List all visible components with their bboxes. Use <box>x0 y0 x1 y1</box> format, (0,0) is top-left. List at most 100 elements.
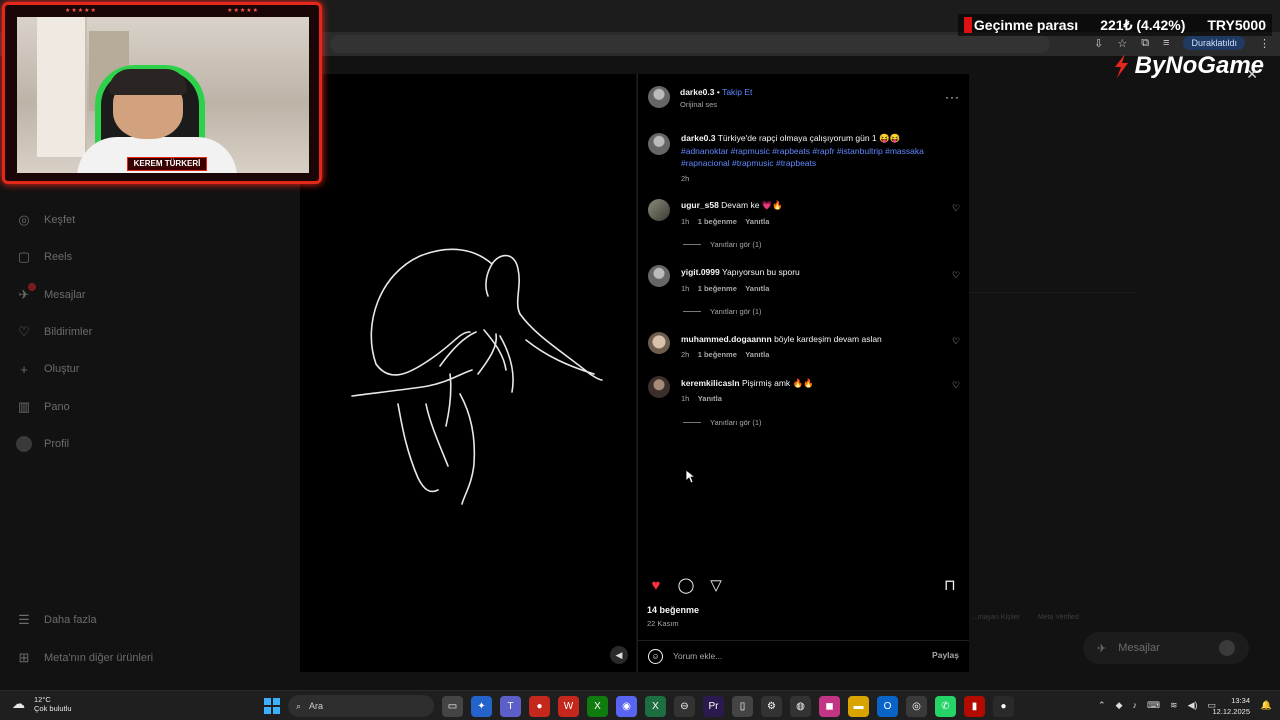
comment-meta: 1h Yanıtla <box>681 394 722 403</box>
teams-icon[interactable]: T <box>500 696 521 717</box>
brand-name: ByNoGame <box>1134 52 1264 79</box>
caption-author-avatar[interactable] <box>648 133 670 155</box>
shield-icon[interactable]: ◆ <box>1116 700 1123 711</box>
sidebar-item-dashboard[interactable]: ▥ Pano <box>16 399 70 415</box>
footer-link[interactable]: Meta Verified <box>1038 614 1079 621</box>
post-author-username[interactable]: darke0.3 <box>680 87 715 97</box>
browser-menu-icon[interactable]: ⋮ <box>1259 37 1270 50</box>
install-icon[interactable]: ⇩ <box>1094 37 1103 50</box>
reply-button[interactable]: Yanıtla <box>745 217 769 226</box>
comment-avatar[interactable] <box>648 332 670 354</box>
post-media[interactable] <box>300 74 636 672</box>
photos-icon[interactable]: ◼ <box>819 696 840 717</box>
sidebar-item-label: Mesajlar <box>44 289 86 301</box>
excel-icon[interactable]: X <box>645 696 666 717</box>
sidebar-item-messages[interactable]: ✈ Mesajlar <box>16 283 86 303</box>
document-icon[interactable]: ▯ <box>732 696 753 717</box>
xbox-icon[interactable]: X <box>587 696 608 717</box>
comment-username[interactable]: yigit.0999 <box>681 267 720 277</box>
discord-icon[interactable]: ◉ <box>616 696 637 717</box>
steam-icon[interactable]: ◍ <box>790 696 811 717</box>
sidebar-item-more[interactable]: ☰ Daha fazla <box>16 612 96 628</box>
audio-label[interactable]: Orijinal ses <box>680 100 717 109</box>
file-explorer-icon[interactable]: ▬ <box>848 696 869 717</box>
like-count[interactable]: 14 beğenme <box>647 605 699 615</box>
comment-username[interactable]: muhammed.dogaannn <box>681 334 772 344</box>
view-replies-button[interactable]: Yanıtları gör (1) <box>710 240 762 249</box>
weather-widget[interactable]: ☁ 12°C Çok bulutlu <box>12 695 72 713</box>
address-bar[interactable] <box>330 35 1050 53</box>
comment-avatar[interactable] <box>648 376 670 398</box>
footer-link[interactable]: ...mayan Kişiler <box>972 614 1020 621</box>
tab-search-icon[interactable]: ≡ <box>1163 37 1169 49</box>
winrar-icon[interactable]: W <box>558 696 579 717</box>
comment-username[interactable]: keremkilicasln <box>681 378 740 388</box>
comment-like-icon[interactable]: ♡ <box>951 380 961 390</box>
comment-input[interactable] <box>673 648 913 664</box>
taskbar-search[interactable]: ⌕ Ara <box>288 695 434 717</box>
emoji-icon[interactable]: ☺ <box>648 649 663 664</box>
chevron-up-icon[interactable]: ⌃ <box>1098 700 1106 711</box>
comment-like-icon[interactable]: ♡ <box>951 203 961 213</box>
extensions-icon[interactable]: ⧉ <box>1141 37 1149 50</box>
sidebar-item-reels[interactable]: ▢ Reels <box>16 249 72 265</box>
reply-button[interactable]: Yanıtla <box>745 350 769 359</box>
close-modal-icon[interactable]: ✕ <box>1246 66 1258 83</box>
star-icon[interactable]: ☆ <box>1117 37 1127 50</box>
comment-likes[interactable]: 1 beğenme <box>698 350 737 359</box>
wifi-icon[interactable]: ≋ <box>1170 700 1178 711</box>
sidebar-item-profile[interactable]: Profil <box>16 436 69 452</box>
sidebar-item-notifications[interactable]: ♡ Bildirimler <box>16 324 92 340</box>
comment-likes[interactable]: 1 beğenme <box>698 217 737 226</box>
comment-avatar[interactable] <box>648 199 670 221</box>
post-comment-button[interactable]: Paylaş <box>932 650 959 660</box>
post-author-avatar[interactable] <box>648 86 670 108</box>
comment-likes[interactable]: 1 beğenme <box>698 284 737 293</box>
clock-time: 13:34 <box>1231 696 1250 705</box>
mute-toggle-button[interactable]: ◀ <box>610 646 628 664</box>
windows-start-icon[interactable] <box>264 698 280 714</box>
view-replies-button[interactable]: Yanıtları gör (1) <box>710 307 762 316</box>
app-icon[interactable]: ● <box>993 696 1014 717</box>
media-app-icon[interactable]: ● <box>529 696 550 717</box>
reply-button[interactable]: Yanıtla <box>745 284 769 293</box>
bookmark-icon[interactable]: ⊓ <box>944 576 956 594</box>
like-icon[interactable]: ♥ <box>647 576 665 594</box>
caption-hashtags[interactable]: #adnanoktar #rapmusic #rapbeats #rapfr #… <box>681 145 961 169</box>
notifications-icon[interactable]: 🔔 <box>1261 700 1272 711</box>
reply-button[interactable]: Yanıtla <box>698 394 722 403</box>
premiere-icon[interactable]: Pr <box>703 696 724 717</box>
task-view-icon[interactable]: ▭ <box>442 696 463 717</box>
follow-button[interactable]: Takip Et <box>722 87 752 97</box>
comment-username[interactable]: ugur_s58 <box>681 200 719 210</box>
sidebar-item-meta-products[interactable]: ⊞ Meta'nın diğer ürünleri <box>16 650 154 666</box>
sidebar-item-create[interactable]: + Oluştur <box>16 361 79 377</box>
clock[interactable]: 13:34 12.12.2025 <box>1212 695 1250 717</box>
webcam-feed <box>17 17 309 173</box>
settings-icon[interactable]: ⚙ <box>761 696 782 717</box>
sidebar-item-explore[interactable]: ◎ Keşfet <box>16 212 75 228</box>
profile-paused-badge[interactable]: Duraklatıldı <box>1183 36 1245 50</box>
keyboard-icon[interactable]: ⌨ <box>1147 700 1160 711</box>
microphone-icon[interactable]: ♪ <box>1133 700 1138 711</box>
view-replies-button[interactable]: Yanıtları gör (1) <box>710 418 762 427</box>
comment-like-icon[interactable]: ♡ <box>951 270 961 280</box>
chrome-icon[interactable]: ◎ <box>906 696 927 717</box>
comment-like-icon[interactable]: ♡ <box>951 336 961 346</box>
grid-icon: ⊞ <box>18 650 30 665</box>
more-options-icon[interactable]: ··· <box>945 90 960 104</box>
comment-avatar[interactable] <box>648 265 670 287</box>
search-icon: ⌕ <box>296 700 302 711</box>
share-icon[interactable]: ▽ <box>707 576 725 594</box>
outlook-icon[interactable]: O <box>877 696 898 717</box>
plus-icon: + <box>20 361 28 377</box>
copilot-icon[interactable]: ✦ <box>471 696 492 717</box>
app-icon[interactable]: ⊖ <box>674 696 695 717</box>
whatsapp-icon[interactable]: ✆ <box>935 696 956 717</box>
caption-username[interactable]: darke0.3 <box>681 133 716 143</box>
volume-icon[interactable]: ◀) <box>1188 700 1198 711</box>
sidebar-item-label: Keşfet <box>44 214 76 226</box>
pdf-icon[interactable]: ▮ <box>964 696 985 717</box>
comment-icon[interactable]: ◯ <box>677 576 695 594</box>
messages-pill[interactable]: ✈ Mesajlar <box>1083 632 1249 664</box>
